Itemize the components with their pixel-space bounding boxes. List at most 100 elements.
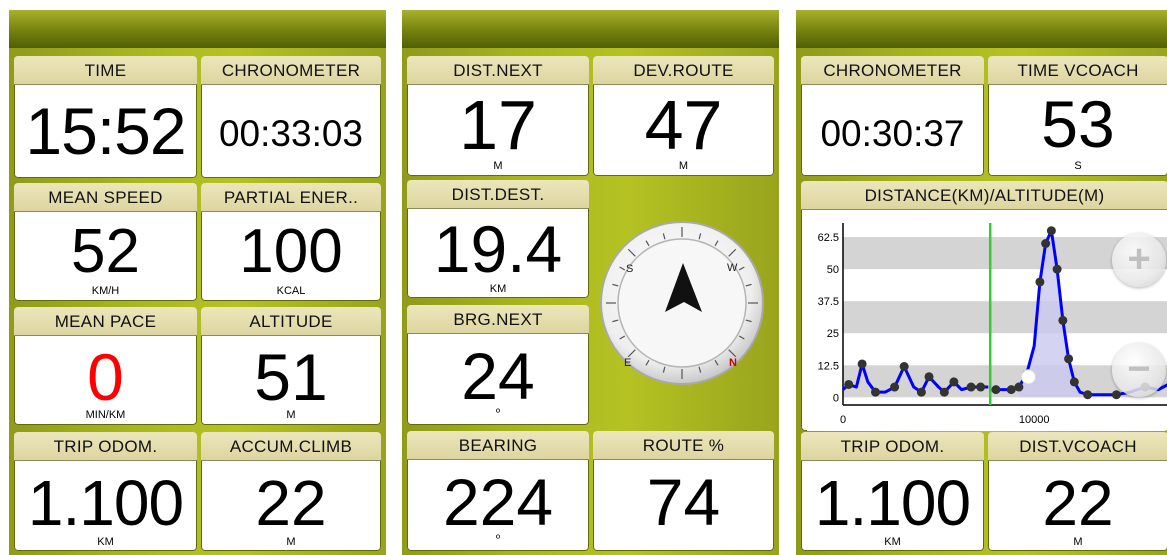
field-value: 1.100 bbox=[814, 467, 971, 539]
field-unit: º bbox=[495, 407, 501, 419]
field-value: 17 bbox=[459, 86, 537, 164]
data-point bbox=[1069, 377, 1079, 387]
screen-3: CHRONOMETER 00:30:37 TIME VCOACH 53 S DI… bbox=[796, 10, 1167, 555]
title-bar bbox=[9, 10, 386, 48]
field-label: ROUTE % bbox=[593, 431, 774, 460]
y-tick-label: 50 bbox=[827, 264, 839, 276]
x-tick-label: 10000 bbox=[1019, 414, 1050, 426]
field-value: 00:33:03 bbox=[218, 113, 364, 154]
field-unit: S bbox=[1074, 160, 1082, 172]
field-unit: M bbox=[493, 160, 503, 172]
field-unit: MIN/KM bbox=[85, 409, 126, 421]
data-point bbox=[1111, 390, 1121, 400]
field-mean-pace[interactable]: MEAN PACE 0 MIN/KM bbox=[14, 307, 197, 425]
field-dist-dest[interactable]: DIST.DEST. 19.4 KM bbox=[407, 180, 589, 298]
field-unit: KM bbox=[884, 536, 901, 548]
data-point bbox=[1046, 226, 1056, 236]
title-bar bbox=[402, 10, 779, 48]
field-label: TIME VCOACH bbox=[988, 56, 1167, 85]
field-value: 0 bbox=[87, 340, 124, 414]
field-label: DIST.DEST. bbox=[407, 180, 589, 209]
field-label: MEAN PACE bbox=[14, 307, 197, 336]
chart-area: 62.5 50 37.5 25 12.5 0 0 10000 + − bbox=[807, 215, 1167, 431]
field-unit: KM/H bbox=[91, 285, 120, 297]
field-dist-next[interactable]: DIST.NEXT 17 M bbox=[407, 56, 589, 176]
field-label: DIST.VCOACH bbox=[988, 432, 1167, 461]
field-value: 47 bbox=[644, 86, 723, 164]
field-time[interactable]: TIME 15:52 bbox=[14, 56, 197, 178]
data-point bbox=[1041, 239, 1051, 249]
zoom-out-button[interactable]: − bbox=[1112, 343, 1166, 397]
data-point bbox=[949, 377, 959, 387]
field-label: BRG.NEXT bbox=[407, 305, 589, 334]
data-point bbox=[1006, 385, 1016, 395]
field-brg-next[interactable]: BRG.NEXT 24 º bbox=[407, 305, 589, 425]
field-value: 53 bbox=[1041, 87, 1115, 161]
field-value: 15:52 bbox=[25, 94, 186, 168]
field-route-percent[interactable]: ROUTE % 74 bbox=[593, 431, 774, 551]
field-chronometer[interactable]: CHRONOMETER 00:30:37 bbox=[801, 56, 984, 176]
data-point bbox=[976, 382, 986, 392]
compass-icon: S W E N bbox=[600, 221, 764, 385]
data-point bbox=[899, 362, 909, 372]
field-value: 1.100 bbox=[27, 467, 184, 539]
data-point bbox=[1014, 382, 1024, 392]
field-unit: º bbox=[495, 533, 501, 545]
data-point bbox=[1083, 390, 1093, 400]
field-value: 100 bbox=[239, 217, 343, 286]
field-unit: KCAL bbox=[276, 285, 306, 297]
y-tick-label: 0 bbox=[833, 392, 839, 404]
field-label: ACCUM.CLIMB bbox=[201, 432, 381, 461]
field-label: ALTITUDE bbox=[201, 307, 381, 336]
field-time-vcoach[interactable]: TIME VCOACH 53 S bbox=[988, 56, 1167, 176]
data-point bbox=[939, 387, 949, 397]
field-dev-route[interactable]: DEV.ROUTE 47 M bbox=[593, 56, 774, 176]
field-partial-energy[interactable]: PARTIAL ENER.. 100 KCAL bbox=[201, 183, 381, 301]
compass-letter-e: E bbox=[624, 357, 631, 369]
y-tick-label: 62.5 bbox=[818, 232, 839, 244]
field-trip-odometer[interactable]: TRIP ODOM. 1.100 KM bbox=[801, 432, 984, 551]
field-chronometer[interactable]: CHRONOMETER 00:33:03 bbox=[201, 56, 381, 178]
data-point bbox=[1064, 354, 1074, 364]
field-label: DEV.ROUTE bbox=[593, 56, 774, 85]
field-accum-climb[interactable]: ACCUM.CLIMB 22 M bbox=[201, 432, 381, 551]
title-bar bbox=[796, 10, 1167, 48]
data-point bbox=[1035, 277, 1045, 287]
zoom-in-button[interactable]: + bbox=[1112, 233, 1166, 287]
field-dist-vcoach[interactable]: DIST.VCOACH 22 M bbox=[988, 432, 1167, 551]
zoom-in-icon: + bbox=[1127, 237, 1151, 281]
data-point bbox=[871, 387, 880, 397]
field-unit: M bbox=[286, 409, 296, 421]
field-trip-odometer[interactable]: TRIP ODOM. 1.100 KM bbox=[14, 432, 197, 551]
y-tick-label: 25 bbox=[827, 328, 839, 340]
chart-title: DISTANCE(KM)/ALTITUDE(M) bbox=[801, 181, 1167, 210]
field-bearing[interactable]: BEARING 224 º bbox=[407, 431, 589, 551]
data-point bbox=[857, 359, 867, 369]
altitude-chart-panel[interactable]: DISTANCE(KM)/ALTITUDE(M) 62.5 50 37.5 25 12.… bbox=[801, 181, 1167, 431]
field-value: 19.4 bbox=[433, 212, 563, 286]
data-point bbox=[1052, 264, 1062, 274]
field-label: DIST.NEXT bbox=[407, 56, 589, 85]
field-value: 74 bbox=[646, 465, 721, 539]
field-unit: M bbox=[1073, 536, 1083, 548]
screen-2: DIST.NEXT 17 M DEV.ROUTE 47 M DIST.DEST.… bbox=[402, 10, 779, 555]
field-mean-speed[interactable]: MEAN SPEED 52 KM/H bbox=[14, 183, 197, 301]
field-value: 24 bbox=[461, 339, 535, 413]
compass-letter-s: S bbox=[626, 263, 633, 275]
field-unit: M bbox=[286, 536, 296, 548]
field-unit: KM bbox=[489, 283, 507, 295]
field-label: TRIP ODOM. bbox=[801, 432, 984, 461]
compass-letter-w: W bbox=[727, 262, 738, 274]
field-altitude[interactable]: ALTITUDE 51 M bbox=[201, 307, 381, 425]
data-point bbox=[916, 387, 926, 397]
field-label: MEAN SPEED bbox=[14, 183, 197, 212]
field-label: TIME bbox=[14, 56, 197, 85]
compass-widget: S W E N bbox=[599, 220, 765, 386]
position-marker bbox=[1020, 369, 1036, 385]
field-unit: KM bbox=[97, 536, 114, 548]
data-point bbox=[1058, 315, 1068, 325]
field-value: 00:30:37 bbox=[820, 113, 965, 154]
zoom-out-icon: − bbox=[1127, 347, 1151, 391]
y-tick-label: 37.5 bbox=[818, 296, 839, 308]
data-point bbox=[924, 372, 934, 382]
